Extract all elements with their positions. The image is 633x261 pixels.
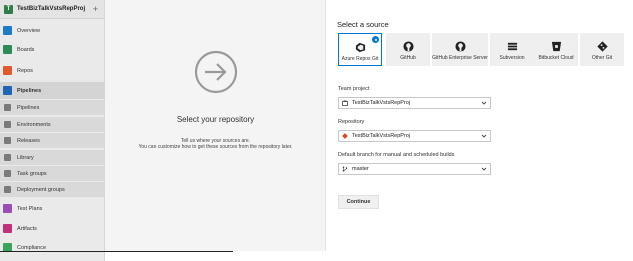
team-project-value: TestBizTalkVstsRepProj (352, 100, 411, 106)
github-enterprise-icon (454, 41, 466, 52)
library-icon (4, 154, 11, 161)
environments-icon (4, 121, 11, 128)
sidebar-item-test-plans[interactable]: Test Plans (0, 201, 105, 216)
tile-label: GitHub (400, 55, 416, 61)
sidebar-item-releases[interactable]: Releases (0, 133, 105, 148)
sidebar-item-label: Pipelines (17, 87, 42, 94)
add-icon[interactable]: + (93, 4, 98, 14)
tile-label: Other Git (591, 55, 613, 61)
sidebar-item-compliance[interactable]: Compliance (0, 240, 105, 255)
repository-intro-panel: Select your repository Tell us where you… (105, 0, 326, 251)
divider (0, 251, 233, 252)
source-tile-github[interactable]: GitHub (386, 33, 430, 66)
github-icon (402, 41, 414, 52)
repository-dropdown[interactable]: TestBizTalkVstsRepProj (338, 130, 491, 142)
sidebar: T TestBizTalkVstsRepProj + Overview Boar… (0, 0, 105, 261)
arrow-right-circle-icon (194, 50, 238, 94)
task-groups-icon (4, 170, 11, 177)
test-plans-icon (3, 204, 12, 213)
project-badge: T (4, 4, 13, 14)
tile-label: Azure Repos Git (341, 56, 379, 62)
sidebar-item-label: Test Plans (17, 205, 43, 212)
sidebar-item-label: Releases (17, 137, 40, 144)
sidebar-item-label: Compliance (17, 244, 47, 251)
subversion-icon (507, 42, 517, 51)
chevron-down-icon (481, 167, 487, 171)
sidebar-item-repos[interactable]: Repos (0, 63, 105, 78)
releases-icon (4, 137, 11, 144)
page-title: Select your repository (176, 115, 255, 124)
git-repo-icon (342, 133, 348, 139)
sidebar-item-pipelines-sub[interactable]: Pipelines (0, 100, 105, 115)
sidebar-item-library[interactable]: Library (0, 150, 105, 165)
source-tile-azure-repos[interactable]: Azure Repos Git (338, 33, 382, 66)
default-branch-value: master (352, 166, 369, 172)
sidebar-item-label: Pipelines (17, 104, 40, 111)
sidebar-item-artifacts[interactable]: Artifacts (0, 221, 105, 236)
pipelines-sub-icon (4, 104, 11, 111)
source-tile-bitbucket[interactable]: Bitbucket Cloud (534, 33, 578, 66)
overview-icon (3, 26, 12, 35)
tile-label: GitHub Enterprise Server (432, 55, 488, 61)
select-source-title: Select a source (337, 20, 389, 29)
sidebar-item-label: Artifacts (17, 225, 37, 232)
chevron-down-icon (481, 101, 487, 105)
selected-radio-icon (372, 36, 379, 43)
tile-label: Bitbucket Cloud (538, 55, 574, 61)
sidebar-item-deployment-groups[interactable]: Deployment groups (0, 182, 105, 197)
sidebar-item-label: Library (17, 154, 34, 161)
bitbucket-icon (551, 41, 561, 52)
sidebar-item-label: Repos (17, 67, 33, 74)
branch-icon (342, 166, 348, 172)
default-branch-dropdown[interactable]: master (338, 163, 491, 175)
repository-label: Repository (338, 119, 365, 125)
source-tile-subversion[interactable]: Subversion (490, 33, 534, 66)
project-header[interactable]: T TestBizTalkVstsRepProj + (0, 0, 104, 19)
pipelines-icon (3, 86, 12, 95)
sidebar-item-pipelines[interactable]: Pipelines (0, 82, 105, 99)
chevron-down-icon (481, 134, 487, 138)
continue-button[interactable]: Continue (338, 195, 379, 209)
sidebar-item-label: Overview (17, 27, 40, 34)
sidebar-item-label: Deployment groups (17, 186, 65, 193)
source-tile-github-enterprise[interactable]: GitHub Enterprise Server (432, 33, 488, 66)
sidebar-item-environments[interactable]: Environments (0, 117, 105, 132)
sidebar-item-label: Environments (17, 121, 51, 128)
source-tile-other-git[interactable]: Other Git (580, 33, 624, 66)
team-project-label: Team project (338, 86, 370, 92)
sidebar-item-overview[interactable]: Overview (0, 23, 105, 38)
repos-icon (3, 66, 12, 75)
boards-icon (3, 45, 12, 54)
deployment-groups-icon (4, 186, 11, 193)
project-name[interactable]: TestBizTalkVstsRepProj (17, 6, 85, 12)
sidebar-item-label: Task groups (17, 170, 47, 177)
project-icon (342, 100, 348, 106)
repository-value: TestBizTalkVstsRepProj (352, 133, 411, 139)
sidebar-item-label: Boards (17, 46, 35, 53)
git-icon (596, 41, 608, 52)
intro-line-2: You can customize how to get these sourc… (138, 144, 293, 150)
team-project-dropdown[interactable]: TestBizTalkVstsRepProj (338, 97, 491, 109)
artifacts-icon (3, 224, 12, 233)
default-branch-label: Default branch for manual and scheduled … (338, 152, 455, 158)
sidebar-item-task-groups[interactable]: Task groups (0, 166, 105, 181)
azure-repos-icon (355, 42, 365, 53)
tile-label: Subversion (499, 55, 525, 61)
sidebar-item-boards[interactable]: Boards (0, 42, 105, 57)
